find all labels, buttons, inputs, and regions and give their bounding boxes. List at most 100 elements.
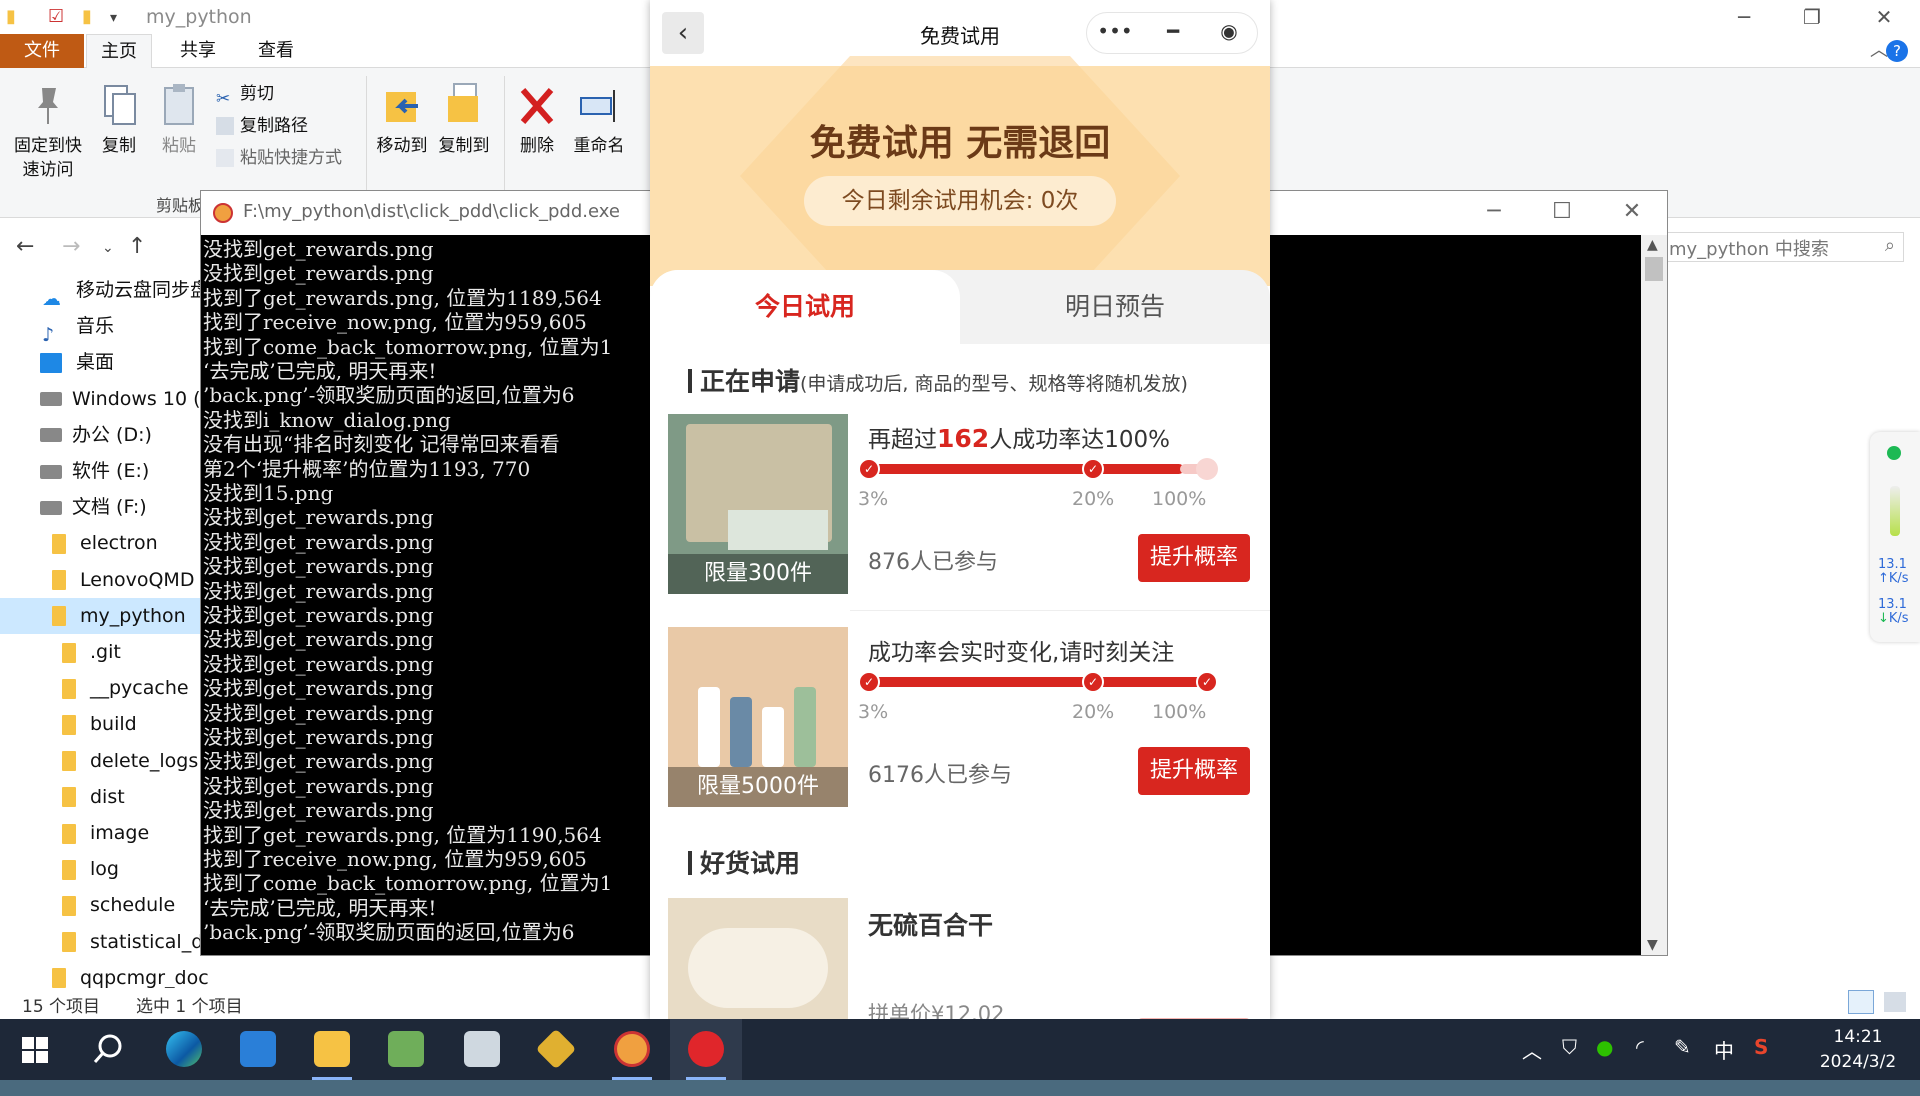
tab-tomorrow[interactable]: 明日预告 (960, 270, 1270, 344)
tree-item[interactable]: delete_logs (0, 743, 210, 779)
network-speed-widget[interactable]: 13.1 ↑K/s 13.1 ↓K/s (1870, 432, 1920, 642)
folder-icon (62, 714, 76, 735)
delete-button[interactable]: 删除 (512, 82, 562, 158)
shield-icon[interactable]: ⛉ (1562, 1035, 1577, 1096)
upload-unit: K/s (1888, 571, 1909, 586)
more-icon[interactable]: ••• (1087, 19, 1143, 43)
tree-item[interactable]: build (0, 706, 210, 742)
paste-shortcut-button[interactable]: 粘贴快捷方式 (216, 144, 342, 172)
tree-item[interactable]: electron (0, 525, 210, 561)
tree-item[interactable]: my_python (0, 597, 210, 634)
tab-share[interactable]: 共享 (166, 34, 230, 68)
pin-quick-access-button[interactable]: 固定到快 速访问 (10, 82, 86, 182)
back-arrow-icon[interactable]: ← (16, 234, 34, 259)
maximize-button[interactable]: ❐ (1776, 0, 1848, 34)
sogou-icon[interactable]: S (1754, 1035, 1768, 1096)
tree-item[interactable]: dist (0, 779, 210, 815)
app-taskbar-button[interactable] (222, 1019, 294, 1080)
boost-probability-button[interactable]: 提升概率 (1138, 534, 1250, 582)
console-line: 没找到get_rewards.png (203, 627, 434, 652)
console-scrollbar[interactable]: ▲ ▼ (1641, 235, 1667, 955)
trial-card[interactable]: 限量5000件 成功率会实时变化,请时刻关注 ✓ ✓ ✓ 3% 20% 100%… (668, 627, 1252, 809)
ime-indicator[interactable]: 中 (1714, 1035, 1734, 1096)
tree-item-label: log (90, 858, 119, 881)
tube-illustration (698, 687, 720, 767)
tree-item[interactable]: ☁ 移动云盘同步盘 (0, 272, 210, 310)
tree-item[interactable]: __pycache (0, 670, 210, 706)
console-close-button[interactable]: ✕ (1607, 199, 1657, 224)
trial-card[interactable]: 限量300件 再超过162人成功率达100% ✓ ✓ 3% 20% 100% 8… (668, 414, 1252, 596)
paint-taskbar-button[interactable] (370, 1019, 442, 1080)
tree-item[interactable]: image (0, 815, 210, 851)
move-to-button[interactable]: 移动到 (374, 82, 430, 158)
tree-item[interactable]: Windows 10 (C (0, 381, 210, 417)
click-pdd-taskbar-button[interactable] (596, 1019, 668, 1080)
up-arrow-icon[interactable]: ↑ (128, 234, 146, 259)
console-line: 找到了receive_now.png, 位置为959,605 (203, 310, 587, 335)
rename-button[interactable]: 重命名 (568, 82, 630, 158)
tree-item[interactable]: schedule (0, 887, 210, 923)
recent-locations-icon[interactable]: ⌄ (102, 240, 114, 256)
large-icons-view-icon[interactable] (1884, 992, 1906, 1012)
explorer-taskbar-button[interactable] (296, 1019, 368, 1080)
tab-file[interactable]: 文件 (0, 34, 84, 68)
pdd-taskbar-button[interactable] (670, 1019, 742, 1080)
git-taskbar-button[interactable] (520, 1019, 592, 1080)
tree-item[interactable]: 办公 (D:) (0, 417, 210, 453)
tree-item-label: LenovoQMD (80, 568, 195, 591)
scroll-thumb[interactable] (1645, 257, 1663, 281)
tree-item[interactable]: .git (0, 634, 210, 670)
boost-probability-button[interactable]: 提升概率 (1138, 747, 1250, 795)
new-folder-icon[interactable]: ▮ (82, 6, 92, 27)
edge-taskbar-button[interactable] (148, 1019, 220, 1080)
scroll-up-icon[interactable]: ▲ (1647, 237, 1658, 253)
tab-today[interactable]: 今日试用 (650, 270, 960, 344)
wifi-icon[interactable]: ◜ (1636, 1035, 1644, 1096)
tree-item[interactable]: statistical_d (0, 924, 210, 960)
tree-item[interactable]: 文档 (F:) (0, 489, 210, 525)
details-view-icon[interactable] (1848, 990, 1874, 1014)
network-app-icon (240, 1031, 276, 1067)
console-maximize-button[interactable]: ☐ (1537, 199, 1587, 224)
close-target-icon[interactable]: ◉ (1201, 19, 1257, 43)
system-clock[interactable]: 14:21 2024/3/2 (1800, 1025, 1916, 1075)
properties-icon[interactable]: ☑ (48, 6, 64, 27)
search-input[interactable]: my_python 中搜索 ⌕ (1660, 232, 1904, 262)
console-line: ’back.png’-领取奖励页面的返回,位置为6 (203, 383, 575, 408)
search-taskbar-button[interactable] (72, 1019, 144, 1080)
paste-button[interactable]: 粘贴 (154, 82, 204, 158)
monitor-taskbar-button[interactable] (446, 1019, 518, 1080)
tree-item[interactable]: log (0, 851, 210, 887)
copy-path-button[interactable]: 复制路径 (216, 112, 308, 140)
console-minimize-button[interactable]: ─ (1469, 199, 1519, 224)
copy-to-button[interactable]: 复制到 (436, 82, 492, 158)
tree-item[interactable]: 软件 (E:) (0, 453, 210, 489)
copy-label: 复制 (102, 136, 136, 156)
pen-icon[interactable]: ✎ (1674, 1035, 1691, 1096)
tree-item[interactable]: 桌面 (0, 344, 210, 380)
cut-button[interactable]: ✂ 剪切 (216, 80, 274, 109)
forward-arrow-icon[interactable]: → (62, 234, 80, 259)
tree-item[interactable]: ♪ 音乐 (0, 308, 210, 346)
goods-item[interactable]: 无硫百合干 拼单价¥12.02 (668, 898, 1252, 1020)
paste-shortcut-icon (216, 149, 234, 167)
wechat-icon[interactable]: ● (1596, 1035, 1613, 1096)
tab-view[interactable]: 查看 (244, 34, 308, 68)
folder-icon (52, 606, 66, 627)
close-button[interactable]: ✕ (1848, 0, 1920, 34)
scroll-down-icon[interactable]: ▼ (1647, 937, 1658, 953)
minimize-button[interactable]: ─ (1708, 0, 1780, 34)
customize-toolbar-icon[interactable]: ▾ (110, 10, 117, 26)
start-button[interactable] (0, 1019, 72, 1080)
mini-program-window: ‹ 免费试用 ••• ━ ◉ 免费试用 无需退回 今日剩余试用机会: 0次 今日… (650, 0, 1270, 1020)
pct-label: 20% (1072, 488, 1115, 510)
help-icon[interactable]: ? (1886, 40, 1908, 62)
minimize-icon[interactable]: ━ (1145, 19, 1201, 43)
show-hidden-icons[interactable]: ︿ (1522, 1035, 1542, 1096)
copy-button[interactable]: 复制 (94, 82, 144, 158)
tree-item[interactable]: LenovoQMD (0, 562, 210, 598)
tab-home[interactable]: 主页 (86, 34, 152, 68)
move-to-icon (386, 92, 418, 122)
tree-item-label: statistical_d (90, 930, 204, 953)
rename-icon (580, 90, 615, 122)
